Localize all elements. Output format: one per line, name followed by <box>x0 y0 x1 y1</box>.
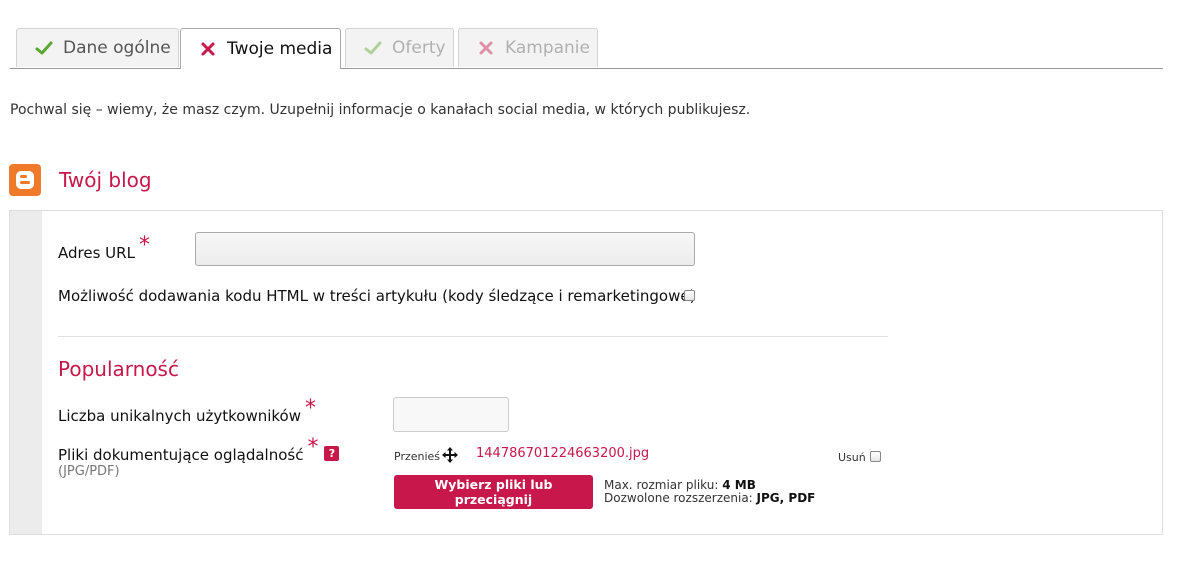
extensions-label: Dozwolone rozszerzenia: <box>604 491 753 505</box>
blog-panel: Adres URL * Możliwość dodawania kodu HTML… <box>9 210 1163 535</box>
blog-heading: Twój blog <box>59 168 152 192</box>
unique-users-label-text: Liczba unikalnych użytkowników <box>58 407 302 425</box>
required-mark: * <box>138 233 150 258</box>
panel-side-strip <box>10 211 42 534</box>
upload-limits: Max. rozmiar pliku: 4 MB Dozwolone rozsz… <box>604 479 815 505</box>
url-label: Adres URL * <box>58 233 150 264</box>
html-code-checkbox[interactable] <box>684 290 695 301</box>
tab-kampanie[interactable]: Kampanie <box>458 28 598 67</box>
files-format-note: (JPG/PDF) <box>58 464 120 479</box>
upload-files-button[interactable]: Wybierz pliki lub przeciągnij <box>394 475 593 509</box>
tab-label: Dane ogólne <box>63 38 171 58</box>
tab-oferty[interactable]: Oferty <box>345 28 454 67</box>
blogger-icon <box>9 164 41 196</box>
tab-bar: Dane ogólne Twoje media Oferty Kampanie <box>10 28 1163 69</box>
check-icon <box>33 37 55 59</box>
required-mark: * <box>305 396 317 421</box>
check-icon <box>362 37 384 59</box>
uploaded-file-link[interactable]: 144786701224663200.jpg <box>476 446 649 461</box>
files-label-text: Pliki dokumentujące oglądalność <box>58 446 304 464</box>
extensions-value: JPG, PDF <box>756 491 816 505</box>
move-label: Przenieś <box>394 450 441 463</box>
cross-icon <box>475 37 497 59</box>
divider <box>58 336 888 337</box>
url-label-text: Adres URL <box>58 244 135 262</box>
html-code-label: Możliwość dodawania kodu HTML w treści a… <box>58 287 696 305</box>
files-label: Pliki dokumentujące oglądalność *? <box>58 435 340 466</box>
cross-icon <box>197 38 219 60</box>
tab-twoje-media[interactable]: Twoje media <box>180 28 341 69</box>
url-input[interactable] <box>195 232 695 266</box>
unique-users-input[interactable] <box>393 397 509 432</box>
extensions-line: Dozwolone rozszerzenia: JPG, PDF <box>604 492 815 505</box>
popularity-heading: Popularność <box>58 357 179 381</box>
max-size-value: 4 MB <box>722 478 756 492</box>
remove-file-checkbox[interactable] <box>870 451 881 462</box>
tab-dane-ogolne[interactable]: Dane ogólne <box>16 28 179 67</box>
tab-label: Kampanie <box>505 38 590 58</box>
tab-label: Oferty <box>392 38 446 58</box>
move-icon[interactable] <box>442 447 458 463</box>
help-icon[interactable]: ? <box>324 446 340 461</box>
unique-users-label: Liczba unikalnych użytkowników * <box>58 396 316 427</box>
remove-label: Usuń <box>838 451 866 464</box>
required-mark: * <box>307 435 319 460</box>
intro-text: Pochwal się – wiemy, że masz czym. Uzupe… <box>10 102 751 118</box>
max-size-label: Max. rozmiar pliku: <box>604 478 719 492</box>
tab-label: Twoje media <box>227 39 333 59</box>
